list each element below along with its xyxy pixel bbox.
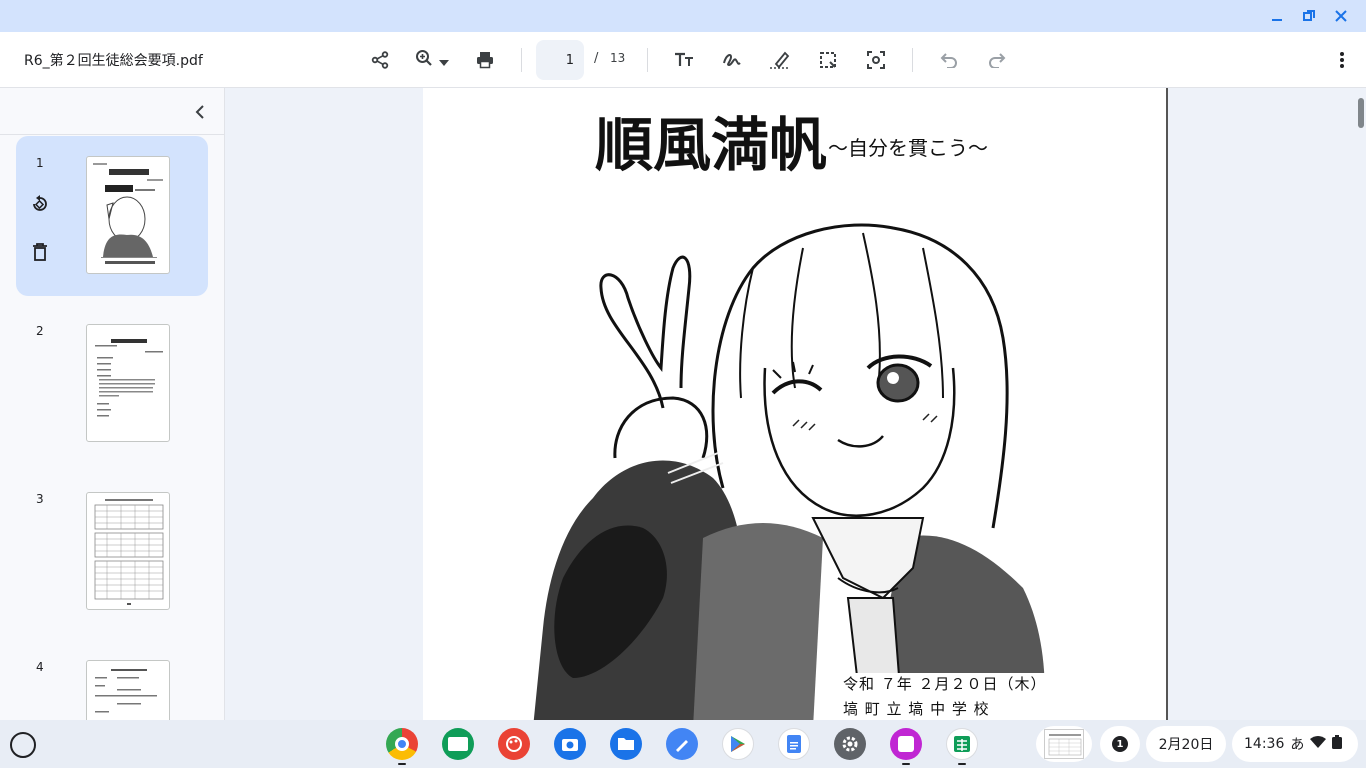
pdf-page-1: 順風満帆 ～自分を貫こう～ 令和 ７年 ２月２０日（木） 塙 町 立 塙 中 学… <box>423 88 1168 720</box>
battery-icon <box>1332 735 1343 753</box>
holding-space-button[interactable] <box>1036 726 1092 762</box>
delete-icon[interactable] <box>30 242 50 262</box>
draw-icon[interactable] <box>718 46 746 74</box>
highlight-icon[interactable] <box>766 46 794 74</box>
pdf-viewer[interactable]: 順風満帆 ～自分を貫こう～ 令和 ７年 ２月２０日（木） 塙 町 立 塙 中 学… <box>225 88 1366 720</box>
page-separator: / <box>594 51 599 66</box>
sidebar-divider <box>0 134 224 135</box>
thumbnail-image <box>86 492 170 610</box>
files-icon[interactable] <box>610 728 642 760</box>
thumbnail-image <box>86 324 170 442</box>
ime-indicator: あ <box>1290 737 1305 753</box>
restore-icon[interactable] <box>1300 7 1318 25</box>
notification-button[interactable]: 1 <box>1100 726 1140 762</box>
undo-icon[interactable] <box>935 46 963 74</box>
settings-icon[interactable] <box>834 728 866 760</box>
zoom-menu-button[interactable] <box>410 46 454 74</box>
thumbnail-image <box>86 660 170 720</box>
thumbnail-page-2[interactable]: 2 <box>16 304 208 464</box>
toolbar-divider <box>912 48 913 72</box>
thumbnail-sidebar: 1 2 3 4 <box>0 88 225 720</box>
document-school: 塙 町 立 塙 中 学 校 <box>843 700 990 718</box>
close-icon[interactable] <box>1332 7 1350 25</box>
thumbnail-number: 3 <box>36 492 44 506</box>
notification-count: 1 <box>1112 736 1128 752</box>
share-icon[interactable] <box>366 46 394 74</box>
date-tray[interactable]: 2月20日 <box>1146 726 1226 762</box>
page-total: 13 <box>610 51 626 65</box>
illustration-image <box>533 223 1045 720</box>
window-controls <box>1268 0 1366 32</box>
zoom-icon <box>415 49 433 71</box>
status-tray[interactable]: 14:36 あ <box>1232 726 1358 762</box>
chevron-down-icon <box>439 51 449 70</box>
clock: 14:36 <box>1244 736 1285 752</box>
select-icon[interactable] <box>814 46 842 74</box>
document-subtitle: ～自分を貫こう～ <box>828 136 988 160</box>
play-store-icon[interactable] <box>722 728 754 760</box>
toolbar-divider <box>521 48 522 72</box>
thumbnail-page-3[interactable]: 3 <box>16 472 208 632</box>
redo-icon[interactable] <box>983 46 1011 74</box>
viewer-scrollbar[interactable] <box>1358 98 1364 128</box>
thumbnail-image <box>86 156 170 274</box>
classroom-icon[interactable] <box>442 728 474 760</box>
thumbnail-number: 4 <box>36 660 44 674</box>
document-file-name: R6_第２回生徒総会要項.pdf <box>24 53 203 69</box>
document-date-block: 令和 ７年 ２月２０日（木） 塙 町 立 塙 中 学 校 <box>843 673 1063 720</box>
toolbar-divider <box>647 48 648 72</box>
holding-space-thumbnail <box>1044 729 1084 759</box>
docs-icon[interactable] <box>778 728 810 760</box>
pdf-toolbar: R6_第２回生徒総会要項.pdf 1 / 13 <box>0 32 1366 88</box>
chrome-icon[interactable] <box>386 728 418 760</box>
running-indicator <box>902 763 910 765</box>
canvas-icon[interactable] <box>498 728 530 760</box>
text-icon[interactable] <box>670 46 698 74</box>
running-indicator <box>958 763 966 765</box>
print-icon[interactable] <box>471 46 499 74</box>
sheets-icon[interactable] <box>946 728 978 760</box>
window-titlebar <box>0 0 1366 32</box>
screenshot-icon[interactable] <box>862 46 890 74</box>
chevron-left-icon[interactable] <box>188 100 212 124</box>
thumbnail-page-1[interactable]: 1 <box>16 136 208 296</box>
thumbnail-number: 2 <box>36 324 44 338</box>
document-date: 令和 ７年 ２月２０日（木） <box>843 675 1047 693</box>
minimize-icon[interactable] <box>1268 7 1286 25</box>
camera-icon[interactable] <box>554 728 586 760</box>
more-icon[interactable] <box>1328 46 1356 74</box>
thumbnail-number: 1 <box>36 156 44 170</box>
launcher-button[interactable] <box>10 732 36 758</box>
wifi-icon <box>1310 736 1327 752</box>
running-indicator <box>398 763 406 765</box>
system-shelf: 1 2月20日 14:36 あ <box>0 720 1366 768</box>
cursive-icon[interactable] <box>666 728 698 760</box>
thumbnail-page-4[interactable]: 4 <box>16 640 208 720</box>
page-number-input[interactable]: 1 <box>536 40 584 80</box>
rotate-icon[interactable] <box>30 194 50 214</box>
screencast-icon[interactable] <box>890 728 922 760</box>
